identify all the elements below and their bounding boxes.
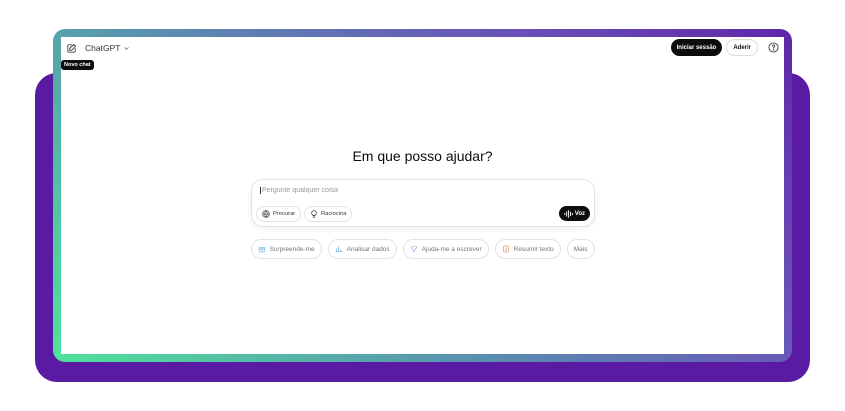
- chevron-down-icon: [123, 45, 130, 52]
- composer: Procurar Raciocina Voz: [251, 179, 595, 227]
- reason-button[interactable]: Raciocina: [304, 206, 353, 222]
- reason-label: Raciocina: [321, 211, 347, 217]
- signup-button[interactable]: Aderir: [726, 39, 758, 56]
- suggestion-bar: Surpreende-me Analisar dados Ajuda-me a …: [61, 239, 784, 259]
- search-label: Procurar: [273, 211, 296, 217]
- suggestion-analyze-data[interactable]: Analisar dados: [327, 239, 397, 259]
- suggestion-label: Resumir texto: [513, 245, 554, 253]
- suggestion-more[interactable]: Mais: [566, 239, 595, 259]
- chart-icon: [335, 246, 343, 252]
- header-left: ChatGPT: [63, 40, 130, 56]
- app-window: ChatGPT Novo chat Iniciar sessão Aderir …: [61, 37, 784, 354]
- suggestion-label: Mais: [573, 245, 588, 253]
- suggestion-label: Surpreende-me: [269, 245, 315, 253]
- help-button[interactable]: [766, 41, 780, 55]
- new-chat-button[interactable]: [63, 40, 79, 56]
- waveform-icon: [564, 209, 573, 218]
- page-title: Em que posso ajudar?: [352, 148, 493, 164]
- search-button[interactable]: Procurar: [256, 206, 302, 222]
- gift-icon: [258, 247, 265, 253]
- help-icon: [767, 42, 779, 53]
- pen-icon: [410, 246, 418, 253]
- prompt-input[interactable]: [260, 187, 562, 194]
- globe-icon: [262, 210, 270, 218]
- voice-label: Voz: [574, 210, 585, 217]
- suggestion-summarize[interactable]: Resumir texto: [494, 239, 561, 259]
- suggestion-help-write[interactable]: Ajuda-me a escrever: [402, 239, 489, 259]
- suggestion-label: Ajuda-me a escrever: [421, 245, 482, 253]
- document-icon: [502, 245, 509, 253]
- suggestion-surprise[interactable]: Surpreende-me: [250, 239, 322, 259]
- model-selector[interactable]: ChatGPT: [85, 43, 130, 53]
- new-chat-tooltip: Novo chat: [61, 60, 94, 70]
- model-name: ChatGPT: [85, 43, 121, 53]
- suggestion-label: Analisar dados: [346, 245, 390, 253]
- edit-icon: [66, 43, 76, 53]
- voice-button[interactable]: Voz: [558, 206, 590, 221]
- lightbulb-icon: [311, 210, 317, 218]
- header-right: Iniciar sessão Aderir: [670, 39, 780, 56]
- login-button[interactable]: Iniciar sessão: [670, 39, 723, 56]
